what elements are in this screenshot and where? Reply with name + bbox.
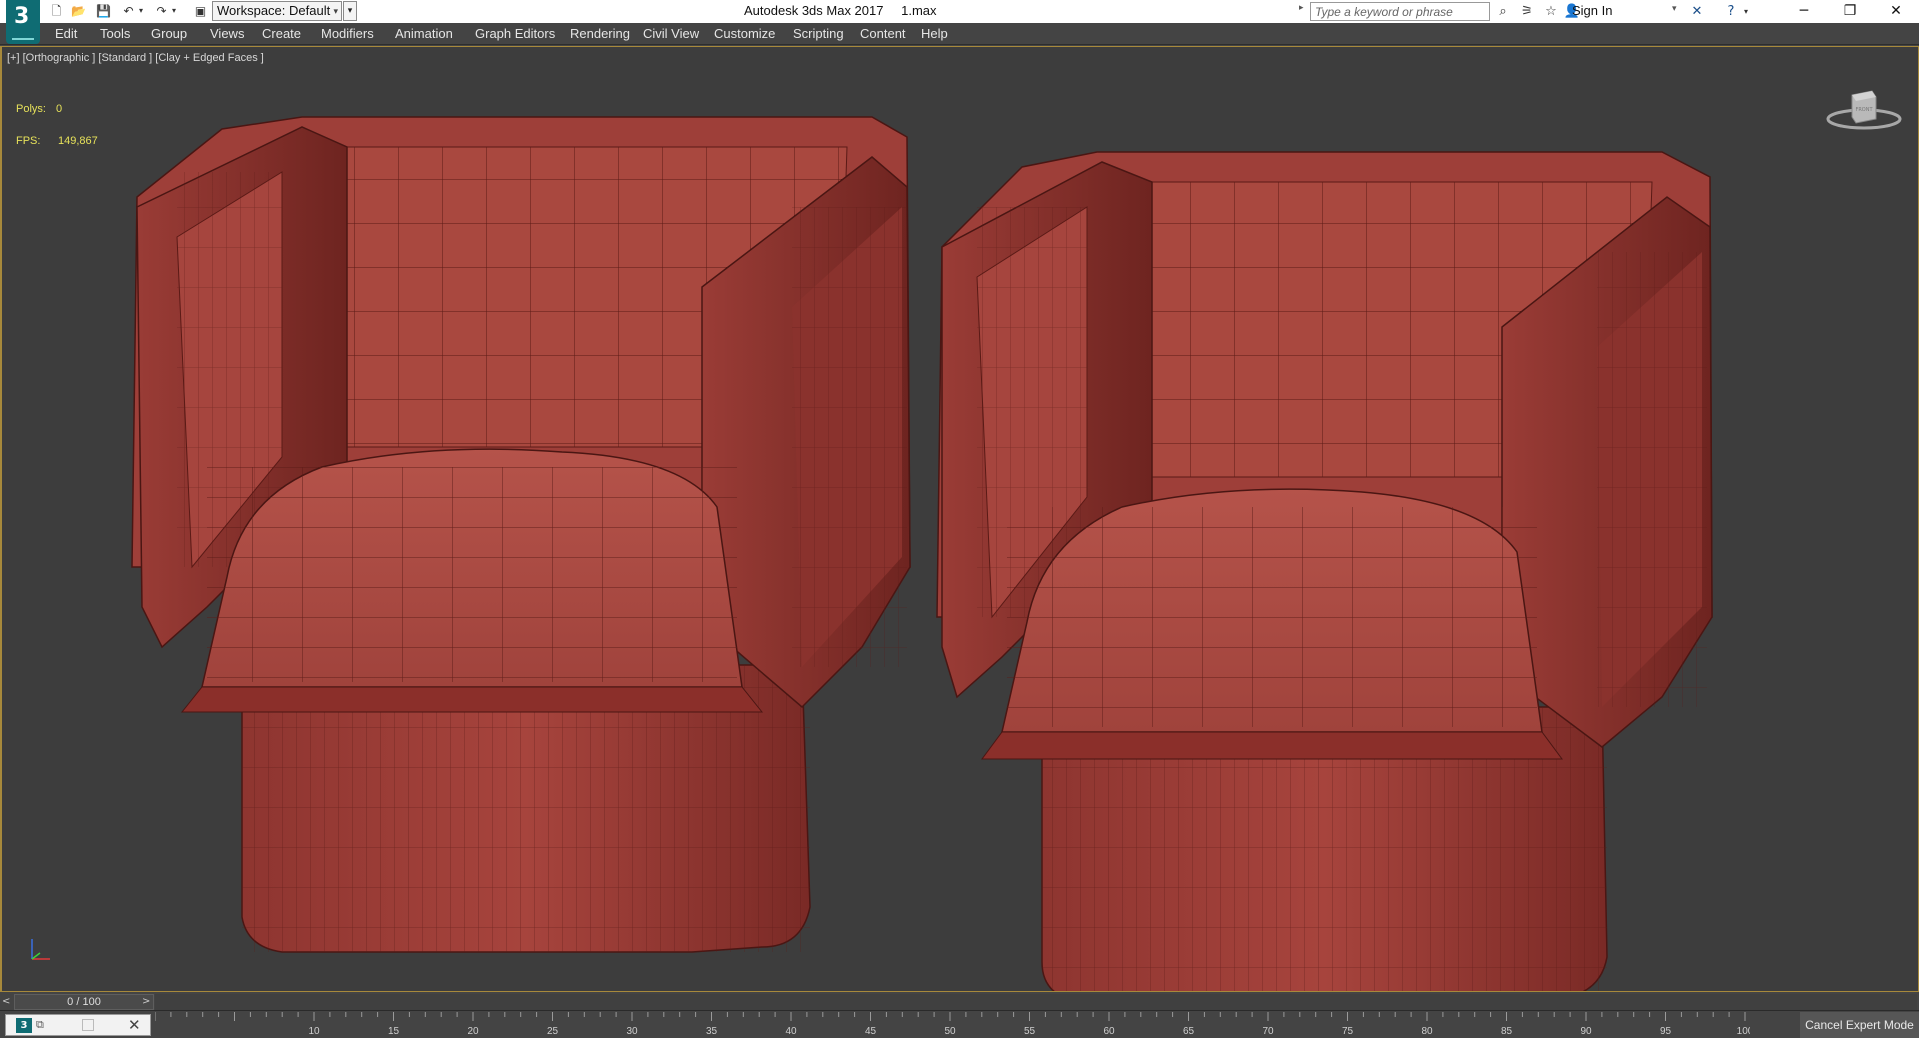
timeline-tick-label: 30 [626,1026,638,1037]
title-bar: 3 🗋 📂 💾 ↶ ▾ ↷ ▾ ▣ Workspace: Default ▾ ▾… [0,0,1919,44]
menu-views[interactable]: Views [210,26,244,41]
open-file-icon[interactable]: 📂 [70,3,87,19]
cancel-expert-mode-button[interactable]: Cancel Expert Mode [1800,1012,1919,1038]
chair-model-left[interactable] [131,116,911,953]
binoculars-icon[interactable]: ⌕ [1494,3,1512,20]
workspace-label: Workspace: Default [217,3,331,18]
timeline-tick-label: 25 [547,1026,559,1037]
menu-help[interactable]: Help [921,26,948,41]
menu-modifiers[interactable]: Modifiers [321,26,374,41]
timeline-tick-label: 75 [1342,1026,1354,1037]
redo-icon[interactable]: ↷ [153,3,170,19]
menu-bar: Edit Tools Group Views Create Modifiers … [0,23,1919,45]
menu-rendering[interactable]: Rendering [570,26,630,41]
timeline-tick-label: 90 [1580,1026,1592,1037]
quick-access-customize-button[interactable]: ▾ [343,1,357,21]
timeline-tick-label: 80 [1421,1026,1433,1037]
application-menu-button[interactable]: 3 [6,0,40,44]
polys-stat: Polys: 0 [16,103,62,115]
menu-edit[interactable]: Edit [55,26,77,41]
viewport-scene [131,116,1713,991]
menu-content[interactable]: Content [860,26,906,41]
restore-button[interactable]: ❐ [1827,0,1873,23]
chevron-down-icon[interactable]: ▾ [1672,4,1677,14]
previous-frame-button[interactable]: < [2,995,14,1009]
menu-customize[interactable]: Customize [714,26,775,41]
next-frame-button[interactable]: > [142,995,154,1009]
communication-center-icon[interactable]: ⚞ [1518,3,1536,20]
timeline-tick-label: 100 [1737,1026,1750,1037]
time-slider-handle[interactable]: 0 / 100 [14,994,154,1010]
undo-dropdown-icon[interactable]: ▾ [137,3,145,19]
file-name: 1.max [901,3,937,18]
minimize-button[interactable]: ─ [1781,0,1827,23]
search-expand-icon[interactable]: ▸ [1299,3,1304,13]
axis-tripod-icon [31,939,50,960]
max-script-icon: 3 [16,1018,32,1033]
fps-value: 149,867 [58,135,98,147]
track-bar: 3 ⧉ ✕ 10 15 20 25 30 35 40 45 50 55 60 65 70 75 80 85 90… [0,1012,1919,1038]
menu-create[interactable]: Create [262,26,301,41]
redo-dropdown-icon[interactable]: ▾ [170,3,178,19]
timeline-tick-label: 10 [308,1026,320,1037]
exchange-apps-icon[interactable]: ✕ [1688,3,1706,20]
time-slider-track[interactable] [155,994,1917,1010]
polys-label: Polys: [16,103,46,115]
time-slider: 0 / 100 < > [0,993,1919,1011]
search-input[interactable] [1310,2,1490,21]
timeline-tick-label: 50 [944,1026,956,1037]
window-title: Autodesk 3ds Max 2017 1.max [744,3,951,18]
viewcube-face-label: FRONT [1855,107,1873,113]
timeline-tick-label: 95 [1660,1026,1672,1037]
chevron-down-icon: ▾ [333,6,338,16]
timeline-tick-label: 55 [1024,1026,1036,1037]
frame-display: 0 / 100 [67,996,101,1008]
maximize-icon[interactable] [82,1019,94,1031]
timeline-tick-label: 15 [388,1026,400,1037]
close-button[interactable]: ✕ [1873,0,1919,23]
undo-icon[interactable]: ↶ [120,3,137,19]
new-file-icon[interactable]: 🗋 [48,3,65,19]
timeline-tick-label: 85 [1501,1026,1513,1037]
timeline-tick-label: 40 [785,1026,797,1037]
timeline-tick-label: 70 [1262,1026,1274,1037]
timeline-tick-label: 65 [1183,1026,1195,1037]
timeline-ruler[interactable]: 10 15 20 25 30 35 40 45 50 55 60 65 70 75 80 85 90 95 100 [155,1012,1750,1038]
menu-group[interactable]: Group [151,26,187,41]
workspace-select[interactable]: Workspace: Default ▾ [212,1,342,21]
menu-tools[interactable]: Tools [100,26,130,41]
menu-scripting[interactable]: Scripting [793,26,844,41]
timeline-tick-label: 35 [706,1026,718,1037]
perspective-viewport[interactable]: [+] [Orthographic ] [Standard ] [Clay + … [0,46,1919,992]
polys-value: 0 [56,103,63,115]
timeline-tick-label: 45 [865,1026,877,1037]
menu-graph-editors[interactable]: Graph Editors [475,26,555,41]
close-icon[interactable]: ✕ [128,1016,141,1034]
project-folder-icon[interactable]: ▣ [192,3,209,19]
menu-animation[interactable]: Animation [395,26,453,41]
favorites-star-icon[interactable]: ☆ [1542,3,1560,20]
app-logo-icon: 3 [14,4,30,29]
viewcube-icon[interactable]: FRONT [1824,81,1904,136]
mini-listener-panel[interactable]: 3 ⧉ ✕ [5,1014,151,1036]
app-title: Autodesk 3ds Max 2017 [744,3,884,18]
timeline-tick-label: 60 [1103,1026,1115,1037]
help-dropdown-icon[interactable]: ▾ [1742,3,1750,20]
help-icon[interactable]: ? [1722,3,1740,20]
fps-label: FPS: [16,135,41,147]
save-file-icon[interactable]: 💾 [95,3,112,19]
menu-civil-view[interactable]: Civil View [643,26,699,41]
chair-model-right[interactable] [936,151,1713,991]
fps-stat: FPS: 149,867 [16,135,98,147]
timeline-tick-label: 20 [467,1026,479,1037]
copy-icon: ⧉ [36,1018,44,1031]
viewport-label-menu[interactable]: [+] [Orthographic ] [Standard ] [Clay + … [7,52,264,64]
sign-in-button[interactable]: Sign In [1572,3,1612,18]
